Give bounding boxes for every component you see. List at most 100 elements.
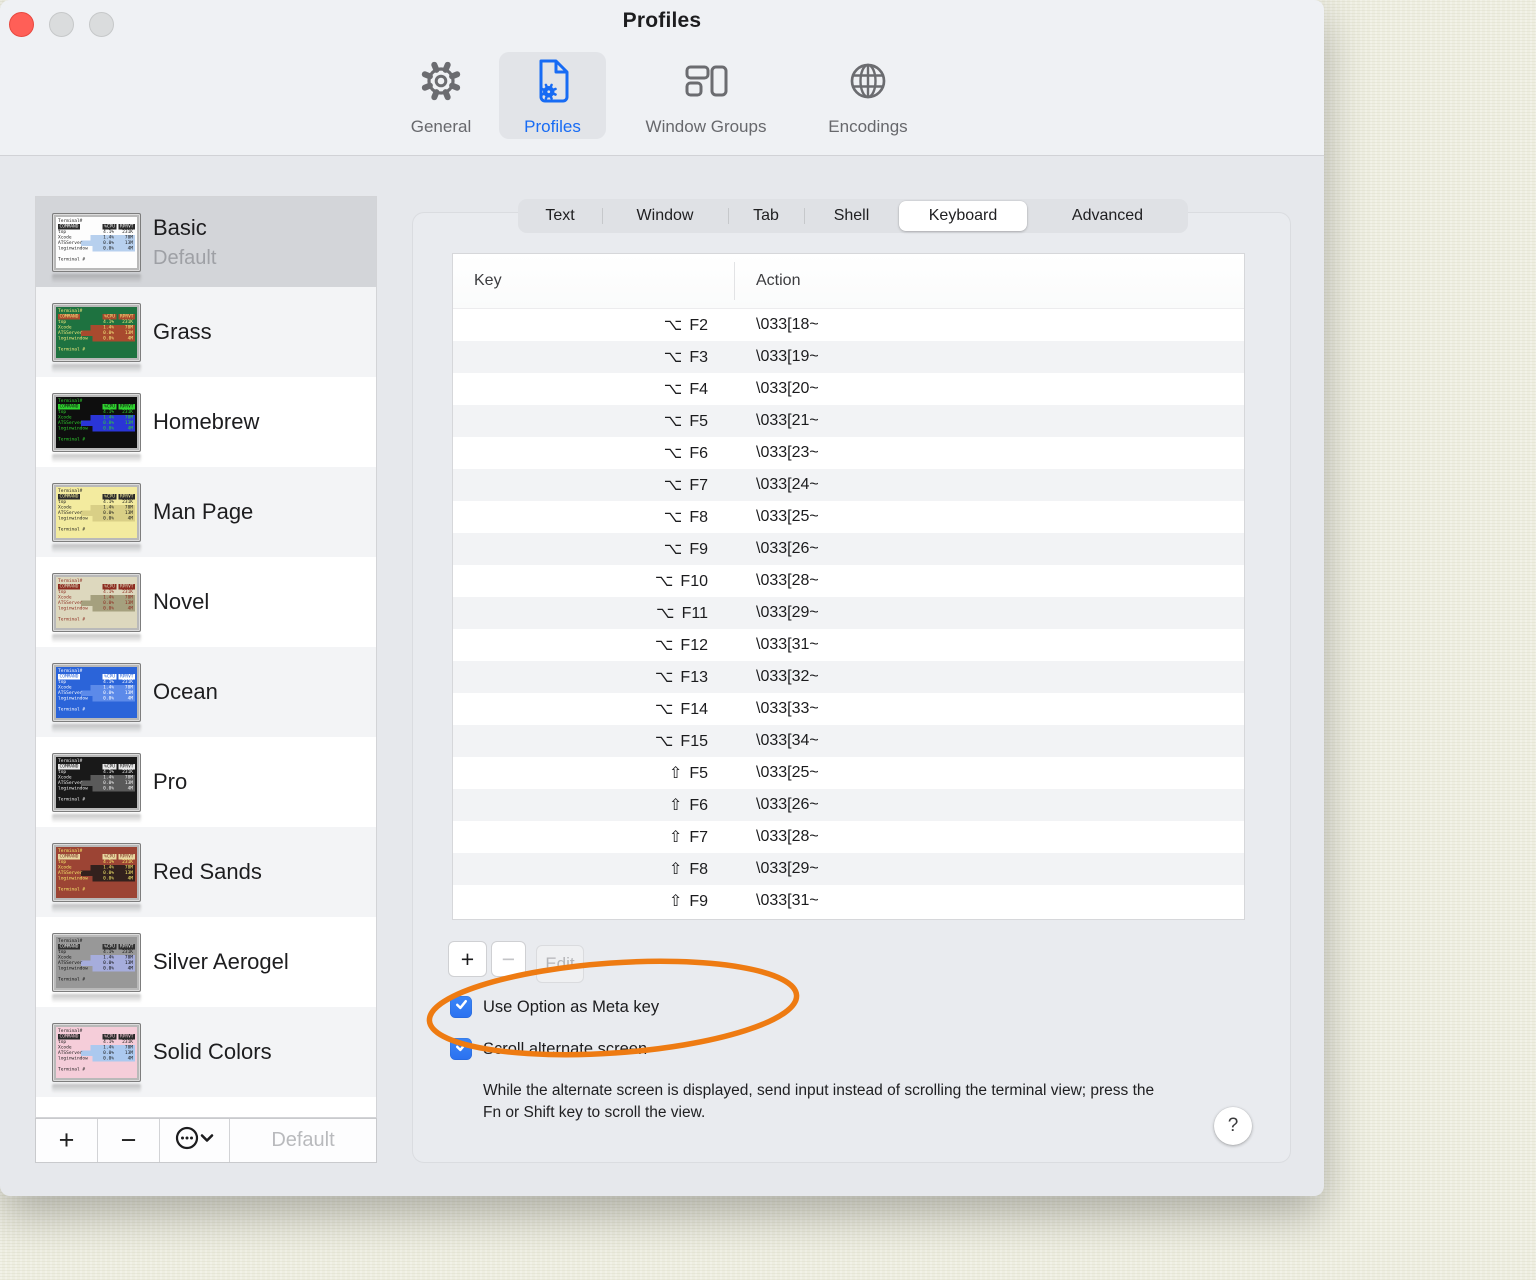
toolbar-item-window-groups[interactable]: Window Groups <box>614 57 798 137</box>
key-mapping-row[interactable]: ⌥ F6 \033[23~ <box>453 437 1244 469</box>
action-cell: \033[25~ <box>756 508 819 525</box>
help-button[interactable]: ? <box>1214 1107 1252 1145</box>
default-profile-button[interactable]: Default <box>230 1119 376 1162</box>
key-mapping-row[interactable]: ⌥ F4 \033[20~ <box>453 373 1244 405</box>
toolbar-item-profiles[interactable]: Profiles <box>500 57 605 137</box>
profile-list-item-grass[interactable]: Terminal# COMMAND %CPU RPRVT top 4.1% 231K Xcod… <box>36 287 376 377</box>
thumbnail-terminal-preview: Terminal# COMMAND %CPU RPRVT top 4.1% 231K Xcod… <box>56 577 137 628</box>
key-mapping-row[interactable]: ⌥ F10 \033[28~ <box>453 565 1244 597</box>
key-mapping-row[interactable]: ⇧ F5 \033[25~ <box>453 757 1244 789</box>
shift-key-glyph: ⇧ <box>668 763 683 782</box>
thumbnail-process-row: loginwindow 0.0% 4M <box>58 786 135 792</box>
profile-list: Terminal# COMMAND %CPU RPRVT top 4.1% 231K Xcod… <box>35 196 377 1118</box>
tab-text[interactable]: Text <box>518 199 602 233</box>
toolbar-item-encodings[interactable]: Encodings <box>806 57 930 137</box>
edit-key-mapping-button[interactable]: Edit <box>536 945 584 983</box>
key-cell: ⌥ F9 <box>663 539 708 558</box>
option-key-glyph: ⌥ <box>654 571 674 590</box>
key-mapping-row[interactable]: ⌥ F8 \033[25~ <box>453 501 1244 533</box>
profile-name: Silver Aerogel <box>153 949 289 974</box>
action-cell: \033[29~ <box>756 860 819 877</box>
profile-thumbnail: Terminal# COMMAND %CPU RPRVT top 4.1% 231K Xcod… <box>52 933 141 1003</box>
key-mapping-row[interactable]: ⌥ F13 \033[32~ <box>453 661 1244 693</box>
key-cell: ⌥ F7 <box>663 475 708 494</box>
key-mapping-row[interactable]: ⌥ F15 \033[34~ <box>453 725 1244 757</box>
use-option-as-meta-key-checkbox[interactable] <box>450 996 472 1018</box>
key-mapping-row[interactable]: ⇧ F7 \033[28~ <box>453 821 1244 853</box>
preferences-window: Profiles General Profiles Window Groups … <box>0 0 1324 1196</box>
profile-tab-bar: Text Window Tab Shell Keyboard Advanced <box>518 199 1188 233</box>
profile-thumbnail: Terminal# COMMAND %CPU RPRVT top 4.1% 231K Xcod… <box>52 573 141 643</box>
thumbnail-process-row: loginwindow 0.0% 4M <box>58 426 135 432</box>
profile-list-item-silver-aerogel[interactable]: Terminal# COMMAND %CPU RPRVT top 4.1% 231K Xcod… <box>36 917 376 1007</box>
action-cell: \033[28~ <box>756 572 819 589</box>
key-mapping-row[interactable]: ⌥ F7 \033[24~ <box>453 469 1244 501</box>
profile-list-item-pro[interactable]: Terminal# COMMAND %CPU RPRVT top 4.1% 231K Xcod… <box>36 737 376 827</box>
column-header-key[interactable]: Key <box>453 272 734 290</box>
profile-item-text: Grass <box>153 319 212 345</box>
tab-keyboard[interactable]: Keyboard <box>899 201 1027 231</box>
thumbnail-prompt-line: Terminal # <box>58 617 86 622</box>
key-mapping-table-body: ⌥ F2 \033[18~ ⌥ F3 \033[19~ ⌥ F4 \033[20~ ⌥ F5 \033… <box>453 309 1244 917</box>
shift-key-glyph: ⇧ <box>668 891 683 910</box>
tab-advanced[interactable]: Advanced <box>1027 199 1188 233</box>
thumbnail-prompt-line: Terminal # <box>58 707 86 712</box>
scroll-alternate-screen-checkbox-row: Scroll alternate screen <box>450 1038 647 1060</box>
key-mapping-row[interactable]: ⌥ F11 \033[29~ <box>453 597 1244 629</box>
profile-list-item-man-page[interactable]: Terminal# COMMAND %CPU RPRVT top 4.1% 231K Xcod… <box>36 467 376 557</box>
process-name: loginwindow <box>58 246 88 251</box>
action-cell: \033[18~ <box>756 316 819 333</box>
process-cpu: 0.0% <box>103 336 114 341</box>
tab-tab[interactable]: Tab <box>728 199 804 233</box>
key-mapping-row[interactable]: ⌥ F14 \033[33~ <box>453 693 1244 725</box>
profile-list-item-red-sands[interactable]: Terminal# COMMAND %CPU RPRVT top 4.1% 231K Xcod… <box>36 827 376 917</box>
thumbnail-process-row: loginwindow 0.0% 4M <box>58 876 135 882</box>
key-cell: ⌥ F4 <box>663 379 708 398</box>
thumbnail-process-row: loginwindow 0.0% 4M <box>58 606 135 612</box>
more-options-button[interactable] <box>160 1119 230 1162</box>
profile-list-item-homebrew[interactable]: Terminal# COMMAND %CPU RPRVT top 4.1% 231K Xcod… <box>36 377 376 467</box>
profile-name: Homebrew <box>153 409 260 434</box>
key-mapping-row[interactable]: ⌥ F5 \033[21~ <box>453 405 1244 437</box>
tab-window[interactable]: Window <box>602 199 728 233</box>
key-mapping-row[interactable]: ⌥ F12 \033[31~ <box>453 629 1244 661</box>
thumbnail-screen: Terminal# COMMAND %CPU RPRVT top 4.1% 231K Xcod… <box>56 847 137 898</box>
thumbnail-screen: Terminal# COMMAND %CPU RPRVT top 4.1% 231K Xcod… <box>56 937 137 988</box>
tab-shell[interactable]: Shell <box>804 199 899 233</box>
key-cell: ⇧ F8 <box>668 859 708 878</box>
column-header-action[interactable]: Action <box>734 272 800 290</box>
option-key-glyph: ⌥ <box>663 443 683 462</box>
option-key-glyph: ⌥ <box>656 603 675 622</box>
key-mapping-row[interactable]: ⌥ F3 \033[19~ <box>453 341 1244 373</box>
key-mapping-row[interactable]: ⌥ F9 \033[26~ <box>453 533 1244 565</box>
key-mapping-row[interactable]: ⇧ F8 \033[29~ <box>453 853 1244 885</box>
profile-list-item-ocean[interactable]: Terminal# COMMAND %CPU RPRVT top 4.1% 231K Xcod… <box>36 647 376 737</box>
profile-item-text: Homebrew <box>153 409 259 435</box>
remove-key-mapping-button[interactable]: − <box>491 941 526 977</box>
action-cell: \033[33~ <box>756 700 819 717</box>
profile-list-item-basic[interactable]: Terminal# COMMAND %CPU RPRVT top 4.1% 231K Xcod… <box>36 197 376 287</box>
thumbnail-process-row: loginwindow 0.0% 4M <box>58 516 135 522</box>
process-name: loginwindow <box>58 966 88 971</box>
shift-key-glyph: ⇧ <box>668 795 683 814</box>
option-key-glyph: ⌥ <box>663 315 683 334</box>
scroll-alternate-screen-checkbox[interactable] <box>450 1038 472 1060</box>
toolbar-item-general[interactable]: General <box>395 57 487 137</box>
process-name: loginwindow <box>58 516 88 521</box>
desktop: { "window": { "title": "Profiles" }, "to… <box>0 0 1536 1280</box>
key-mapping-row[interactable]: ⌥ F2 \033[18~ <box>453 309 1244 341</box>
process-mem: 4M <box>127 246 133 251</box>
option-key-glyph: ⌥ <box>663 507 683 526</box>
profile-list-item-solid-colors[interactable]: Terminal# COMMAND %CPU RPRVT top 4.1% 231K Xcod… <box>36 1007 376 1097</box>
action-cell: \033[26~ <box>756 540 819 557</box>
key-mapping-row[interactable]: ⇧ F9 \033[31~ <box>453 885 1244 917</box>
profile-list-item-novel[interactable]: Terminal# COMMAND %CPU RPRVT top 4.1% 231K Xcod… <box>36 557 376 647</box>
option-key-glyph: ⌥ <box>654 635 674 654</box>
add-profile-button[interactable]: + <box>36 1119 98 1162</box>
thumbnail-frame: Terminal# COMMAND %CPU RPRVT top 4.1% 231K Xcod… <box>52 753 141 812</box>
thumbnail-screen: Terminal# COMMAND %CPU RPRVT top 4.1% 231K Xcod… <box>56 217 137 268</box>
add-key-mapping-button[interactable]: + <box>448 941 487 977</box>
profile-thumbnail: Terminal# COMMAND %CPU RPRVT top 4.1% 231K Xcod… <box>52 753 141 823</box>
key-mapping-row[interactable]: ⇧ F6 \033[26~ <box>453 789 1244 821</box>
remove-profile-button[interactable]: − <box>98 1119 160 1162</box>
